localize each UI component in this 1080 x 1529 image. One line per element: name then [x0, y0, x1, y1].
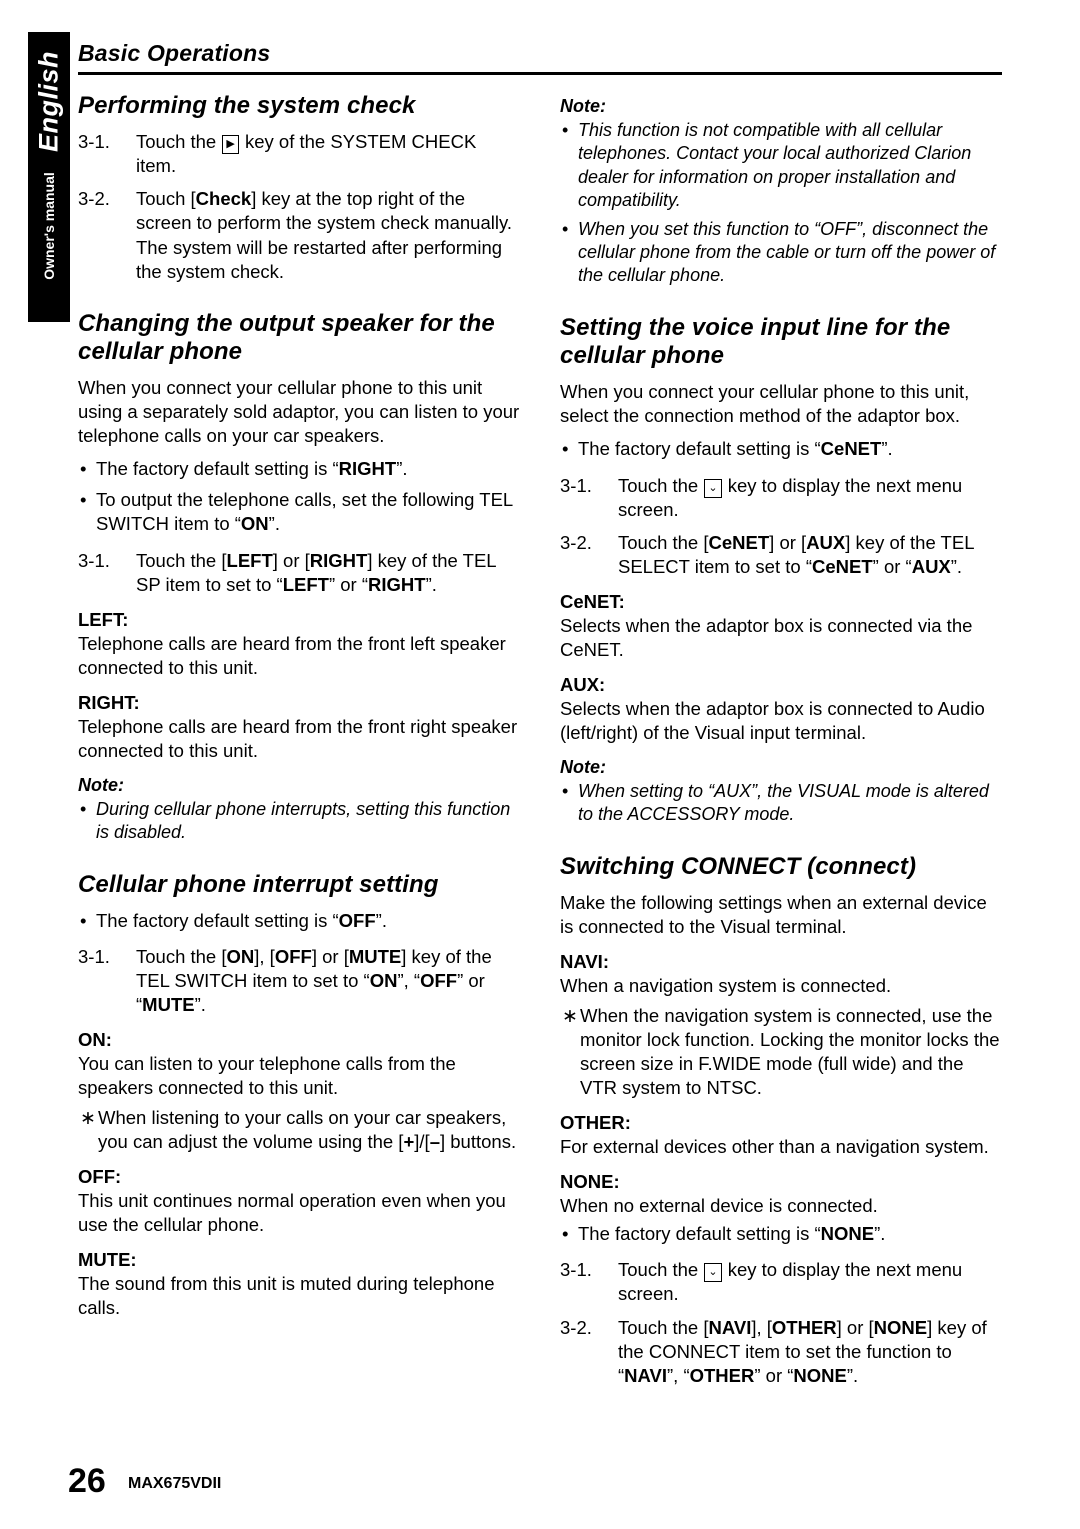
step-3-2-tel-select: 3-2. Touch the [CeNET] or [AUX] key of th… [560, 531, 1002, 579]
play-key-icon: ▶ [222, 135, 239, 155]
term-desc-navi: When a navigation system is connected. [560, 975, 892, 997]
term-label-aux: AUX: [560, 673, 606, 695]
step-text: Touch the [NAVI], [OTHER] or [NONE] key … [618, 1316, 987, 1386]
document-page: English Owner's manual Basic Operations … [0, 0, 1080, 1529]
term-star-navi: When the navigation system is connected,… [560, 1004, 1002, 1100]
note-item-right-section1-0: When setting to “AUX”, the VISUAL mode i… [560, 780, 1002, 827]
chevron-down-icon: ⌄ [704, 1263, 722, 1283]
step-number: 3-2. [78, 188, 110, 210]
term-desc-right: Telephone calls are heard from the front… [78, 715, 518, 761]
step-3-1-system-check: 3-1. Touch the ▶ key of the SYSTEM CHECK … [78, 130, 520, 178]
term-label-mute: MUTE: [78, 1249, 137, 1271]
section2-intro: When you connect your cellular phone to … [78, 377, 520, 447]
note-label-right-section1: Note: [560, 756, 606, 777]
section-heading-cellular-interrupt: Cellular phone interrupt setting [78, 870, 439, 898]
term-desc-cenet: Selects when the adaptor box is connecte… [560, 614, 973, 660]
step-number: 3-1. [78, 945, 110, 967]
section-heading-switching-connect: Switching CONNECT (connect) [560, 852, 917, 880]
term-label-right: RIGHT: [78, 691, 140, 713]
term-star-on: When listening to your calls on your car… [78, 1106, 520, 1154]
section2-bullet-0: The factory default setting is “RIGHT”. [78, 457, 520, 481]
step-number: 3-1. [560, 474, 592, 496]
section2-bullet-1: To output the telephone calls, set the f… [78, 488, 520, 536]
section-heading-performing-system-check: Performing the system check [78, 92, 416, 119]
page-title: Basic Operations [78, 40, 271, 66]
model-name: MAX675VDII [128, 1475, 222, 1492]
note-item-top-1: When you set this function to “OFF”, dis… [560, 218, 1002, 288]
term-desc-off: This unit continues normal operation eve… [78, 1190, 506, 1236]
term-label-navi: NAVI: [560, 951, 609, 973]
term-desc-none: When no external device is connected. [560, 1195, 878, 1217]
term-label-none: NONE: [560, 1171, 620, 1193]
step-number: 3-1. [560, 1259, 592, 1281]
term-label-left: LEFT: [78, 608, 129, 630]
step-text: Touch the [CeNET] or [AUX] key of the TE… [618, 531, 974, 577]
section3-bullet-0: The factory default setting is “OFF”. [78, 909, 520, 933]
step-number: 3-1. [78, 131, 110, 153]
section-heading-changing-output-speaker: Changing the output speaker for the cell… [78, 309, 495, 365]
step-text: Touch [Check] key at the top right of th… [136, 188, 512, 234]
note-label-section2: Note: [78, 774, 124, 795]
term-label-on: ON: [78, 1029, 112, 1051]
term-label-cenet: CeNET: [560, 590, 625, 612]
right-column: Note: This function is not compatible wi… [560, 92, 1002, 1397]
step-3-1-next-menu-tel: 3-1. Touch the ⌄ key to display the next … [560, 474, 1002, 522]
left-column: Performing the system check 3-1. Touch th… [78, 92, 520, 1324]
step-number: 3-2. [560, 1316, 592, 1338]
note-item-section2-0: During cellular phone interrupts, settin… [78, 798, 520, 845]
term-label-off: OFF: [78, 1166, 122, 1188]
step-text-before: Touch the [618, 474, 704, 496]
language-side-tab: English Owner's manual [28, 32, 70, 322]
term-desc-aux: Selects when the adaptor box is connecte… [560, 697, 985, 743]
right-section2-bullet-0: The factory default setting is “NONE”. [560, 1222, 1002, 1246]
header-rule [78, 72, 1002, 75]
step-text: Touch the [ON], [OFF] or [MUTE] key of t… [136, 945, 492, 1016]
step-number: 3-1. [78, 549, 110, 571]
step-text-extra: The system will be restarted after perfo… [136, 236, 503, 282]
step-number: 3-2. [560, 531, 592, 553]
right-section1-intro: When you connect your cellular phone to … [560, 381, 970, 427]
side-tab-manual-label: Owner's manual [41, 172, 57, 280]
term-desc-left: Telephone calls are heard from the front… [78, 632, 506, 678]
step-3-1-next-menu-connect: 3-1. Touch the ⌄ key to display the next … [560, 1258, 1002, 1306]
step-text: Touch the [LEFT] or [RIGHT] key of the T… [136, 549, 496, 595]
section-heading-voice-input-line: Setting the voice input line for the cel… [560, 313, 951, 370]
chevron-down-icon: ⌄ [704, 478, 722, 498]
page-number: 26 [68, 1462, 106, 1500]
step-3-2-connect-item: 3-2. Touch the [NAVI], [OTHER] or [NONE] … [560, 1316, 1002, 1388]
step-3-1-tel-sp: 3-1. Touch the [LEFT] or [RIGHT] key of t… [78, 549, 520, 597]
right-section2-intro: Make the following settings when an exte… [560, 891, 987, 938]
note-item-top-0: This function is not compatible with all… [560, 119, 1002, 213]
step-text-before: Touch the [618, 1259, 704, 1281]
term-desc-on: You can listen to your telephone calls f… [78, 1053, 456, 1099]
term-desc-other: For external devices other than a naviga… [560, 1136, 989, 1158]
side-tab-language-label: English [33, 51, 64, 153]
step-text-before: Touch the [136, 131, 222, 153]
term-desc-mute: The sound from this unit is muted during… [78, 1273, 495, 1319]
step-3-2-system-check: 3-2. Touch [Check] key at the top right o… [78, 187, 520, 283]
term-label-other: OTHER: [560, 1112, 631, 1134]
step-3-1-tel-switch: 3-1. Touch the [ON], [OFF] or [MUTE] key … [78, 945, 520, 1017]
right-section1-bullet-0: The factory default setting is “CeNET”. [560, 437, 1002, 461]
note-label-top: Note: [560, 96, 606, 116]
